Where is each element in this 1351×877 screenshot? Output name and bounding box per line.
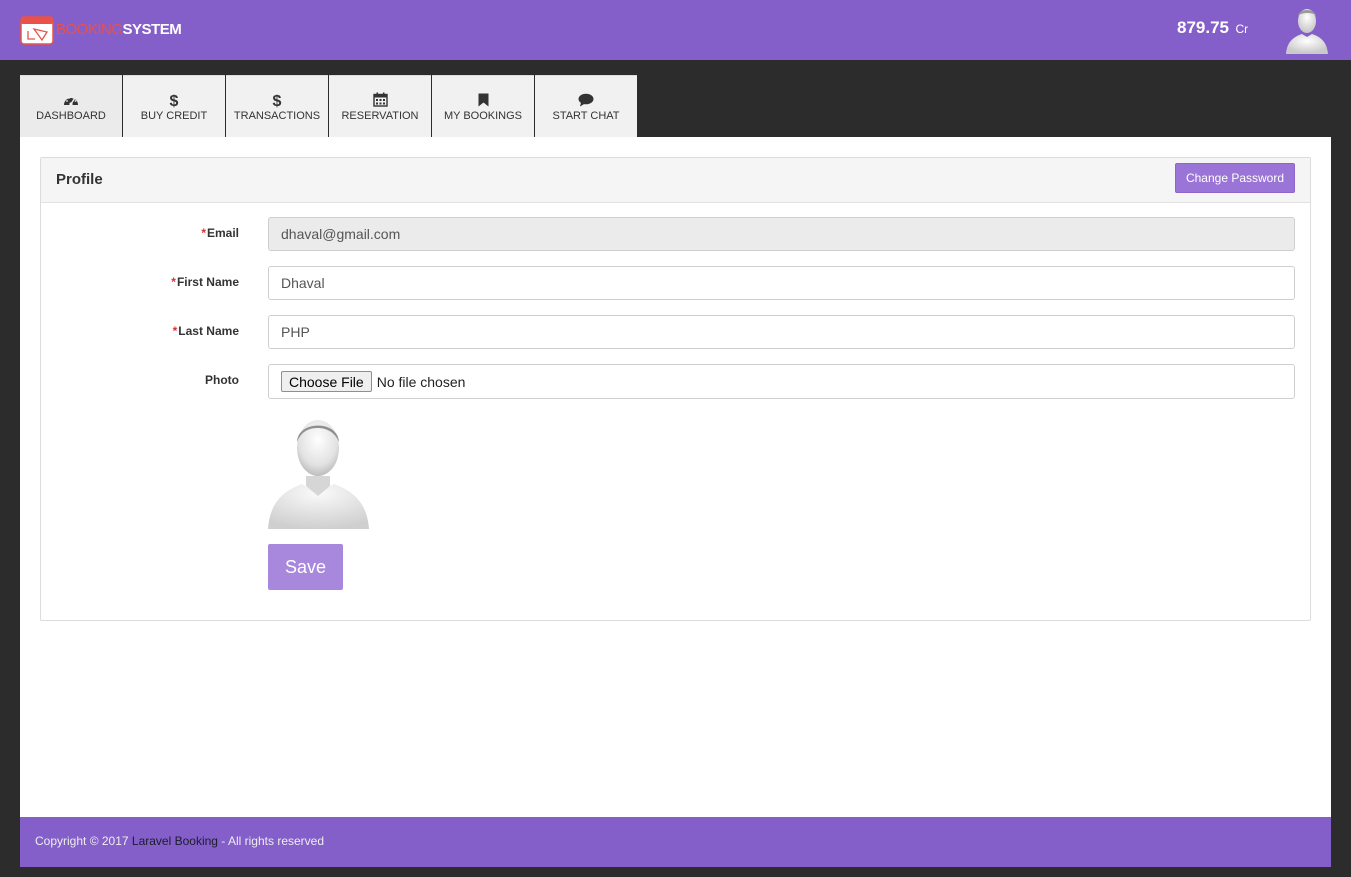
photo-file-input[interactable]: Choose File No file chosen	[268, 364, 1295, 399]
tab-label: BUY CREDIT	[140, 109, 208, 122]
svg-text:$: $	[273, 93, 282, 108]
required-marker: *	[201, 226, 206, 240]
tab-reservation[interactable]: RESERVATION	[329, 75, 431, 137]
footer: Copyright © 2017 Laravel Booking - All r…	[20, 817, 1331, 867]
change-password-button[interactable]: Change Password	[1175, 163, 1295, 193]
tab-label: MY BOOKINGS	[443, 109, 523, 122]
email-label: *Email	[201, 226, 239, 240]
profile-panel: Profile Change Password *Email *First Na…	[40, 157, 1311, 621]
footer-suffix: - All rights reserved	[217, 834, 325, 848]
tab-label: RESERVATION	[341, 109, 419, 122]
top-navbar: BOOKINGSYSTEM 879.75 Cr	[0, 0, 1351, 60]
footer-copyright: Copyright © 2017 Laravel Booking - All r…	[35, 834, 324, 848]
first-name-label: *First Name	[171, 275, 239, 289]
svg-text:$: $	[170, 93, 179, 108]
tab-start-chat[interactable]: START CHAT	[535, 75, 637, 137]
credit-amount: 879.75	[1177, 18, 1229, 37]
page-title: Profile	[56, 171, 103, 188]
calendar-logo-icon	[20, 15, 54, 45]
footer-link[interactable]: Laravel Booking	[132, 834, 218, 848]
logo-word-booking: BOOKING	[56, 20, 123, 38]
photo-row: Photo Choose File No file chosen	[41, 364, 1312, 399]
tab-buy-credit[interactable]: $ BUY CREDIT	[123, 75, 225, 137]
tab-dashboard[interactable]: DASHBOARD	[20, 75, 122, 137]
tab-label: START CHAT	[552, 109, 620, 122]
footer-prefix: Copyright © 2017	[35, 834, 132, 848]
main-content: Profile Change Password *Email *First Na…	[20, 137, 1331, 817]
app-logo[interactable]: BOOKINGSYSTEM	[20, 13, 182, 45]
main-nav-tabs: DASHBOARD $ BUY CREDIT $ TRANSACTIONS RE…	[20, 75, 638, 137]
calendar-icon	[372, 92, 388, 108]
first-name-row: *First Name	[41, 266, 1312, 300]
required-marker: *	[172, 324, 178, 338]
bookmark-icon	[478, 92, 489, 108]
user-avatar-icon[interactable]	[1284, 4, 1330, 54]
credit-balance: 879.75 Cr	[1177, 18, 1248, 38]
tab-label: DASHBOARD	[36, 109, 106, 122]
save-button[interactable]: Save	[268, 544, 343, 590]
panel-header: Profile Change Password	[41, 158, 1310, 203]
last-name-field[interactable]	[268, 315, 1295, 349]
first-name-field[interactable]	[268, 266, 1295, 300]
tab-transactions[interactable]: $ TRANSACTIONS	[226, 75, 328, 137]
last-name-row: *Last Name	[41, 315, 1312, 349]
logo-word-system: SYSTEM	[122, 20, 182, 38]
choose-file-button[interactable]: Choose File	[281, 371, 372, 392]
dollar-icon: $	[272, 92, 282, 108]
last-name-label: *Last Name	[172, 324, 239, 338]
file-status-text: No file chosen	[376, 373, 466, 390]
required-marker: *	[171, 275, 176, 289]
dollar-icon: $	[169, 92, 179, 108]
chat-icon	[578, 92, 594, 108]
email-field[interactable]	[268, 217, 1295, 251]
tab-my-bookings[interactable]: MY BOOKINGS	[432, 75, 534, 137]
credit-unit: Cr	[1235, 22, 1249, 36]
email-row: *Email	[41, 217, 1312, 251]
photo-label: Photo	[205, 373, 239, 387]
dashboard-icon	[63, 92, 79, 108]
profile-photo	[268, 420, 369, 529]
tab-label: TRANSACTIONS	[233, 109, 321, 122]
